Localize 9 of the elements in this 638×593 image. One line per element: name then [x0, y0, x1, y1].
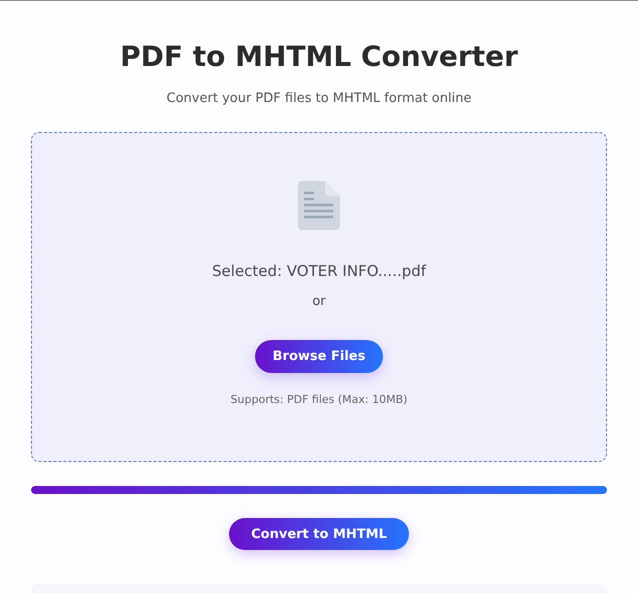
separator-text: or: [312, 294, 326, 309]
convert-button[interactable]: Convert to MHTML: [229, 518, 409, 550]
upload-dropzone[interactable]: Selected: VOTER INFO.....pdf or Browse Files Supports: PDF files (Max: 10MB): [31, 132, 607, 462]
selected-file-label: Selected: VOTER INFO.....pdf: [212, 262, 426, 280]
page-subtitle: Convert your PDF files to MHTML format online: [166, 91, 472, 106]
document-icon: [298, 181, 340, 230]
page-title: PDF to MHTML Converter: [119, 39, 519, 75]
supported-formats-note: Supports: PDF files (Max: 10MB): [230, 393, 408, 406]
browse-files-button[interactable]: Browse Files: [254, 340, 384, 373]
